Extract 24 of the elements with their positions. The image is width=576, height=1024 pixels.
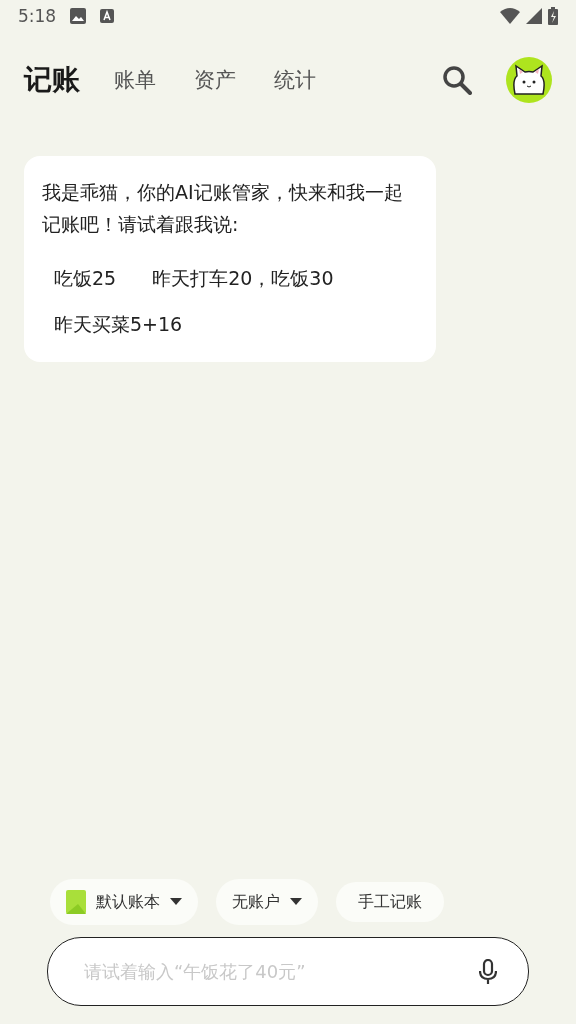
manual-entry-button[interactable]: 手工记账 [336, 882, 444, 922]
nav-tab[interactable]: 资产 [194, 66, 236, 94]
wifi-icon [500, 8, 520, 24]
nav-tab[interactable]: 账单 [114, 66, 156, 94]
book-selector[interactable]: 默认账本 [50, 879, 198, 925]
caret-icon [290, 898, 302, 906]
example-phrase[interactable]: 吃饭25 [54, 266, 117, 292]
cat-icon [512, 64, 546, 96]
image-icon [70, 8, 87, 24]
signal-icon [526, 8, 542, 24]
book-icon [66, 890, 86, 914]
example-phrase[interactable]: 昨天买菜5+16 [54, 312, 183, 338]
account-selector[interactable]: 无账户 [216, 879, 318, 925]
nav-tab[interactable]: 统计 [274, 66, 316, 94]
microphone-icon[interactable] [479, 959, 497, 985]
font-icon [100, 9, 115, 23]
search-icon[interactable] [442, 65, 472, 95]
avatar[interactable] [506, 57, 552, 103]
status-time: 5:18 [18, 6, 57, 26]
nav-tab[interactable]: 记账 [24, 61, 80, 99]
message-text: 我是乖猫，你的AI记账管家，快来和我一起记账吧！请试着跟我说: [42, 180, 404, 237]
battery-icon [548, 7, 558, 25]
caret-icon [170, 898, 182, 906]
example-phrase[interactable]: 昨天打车20，吃饭30 [152, 266, 334, 292]
